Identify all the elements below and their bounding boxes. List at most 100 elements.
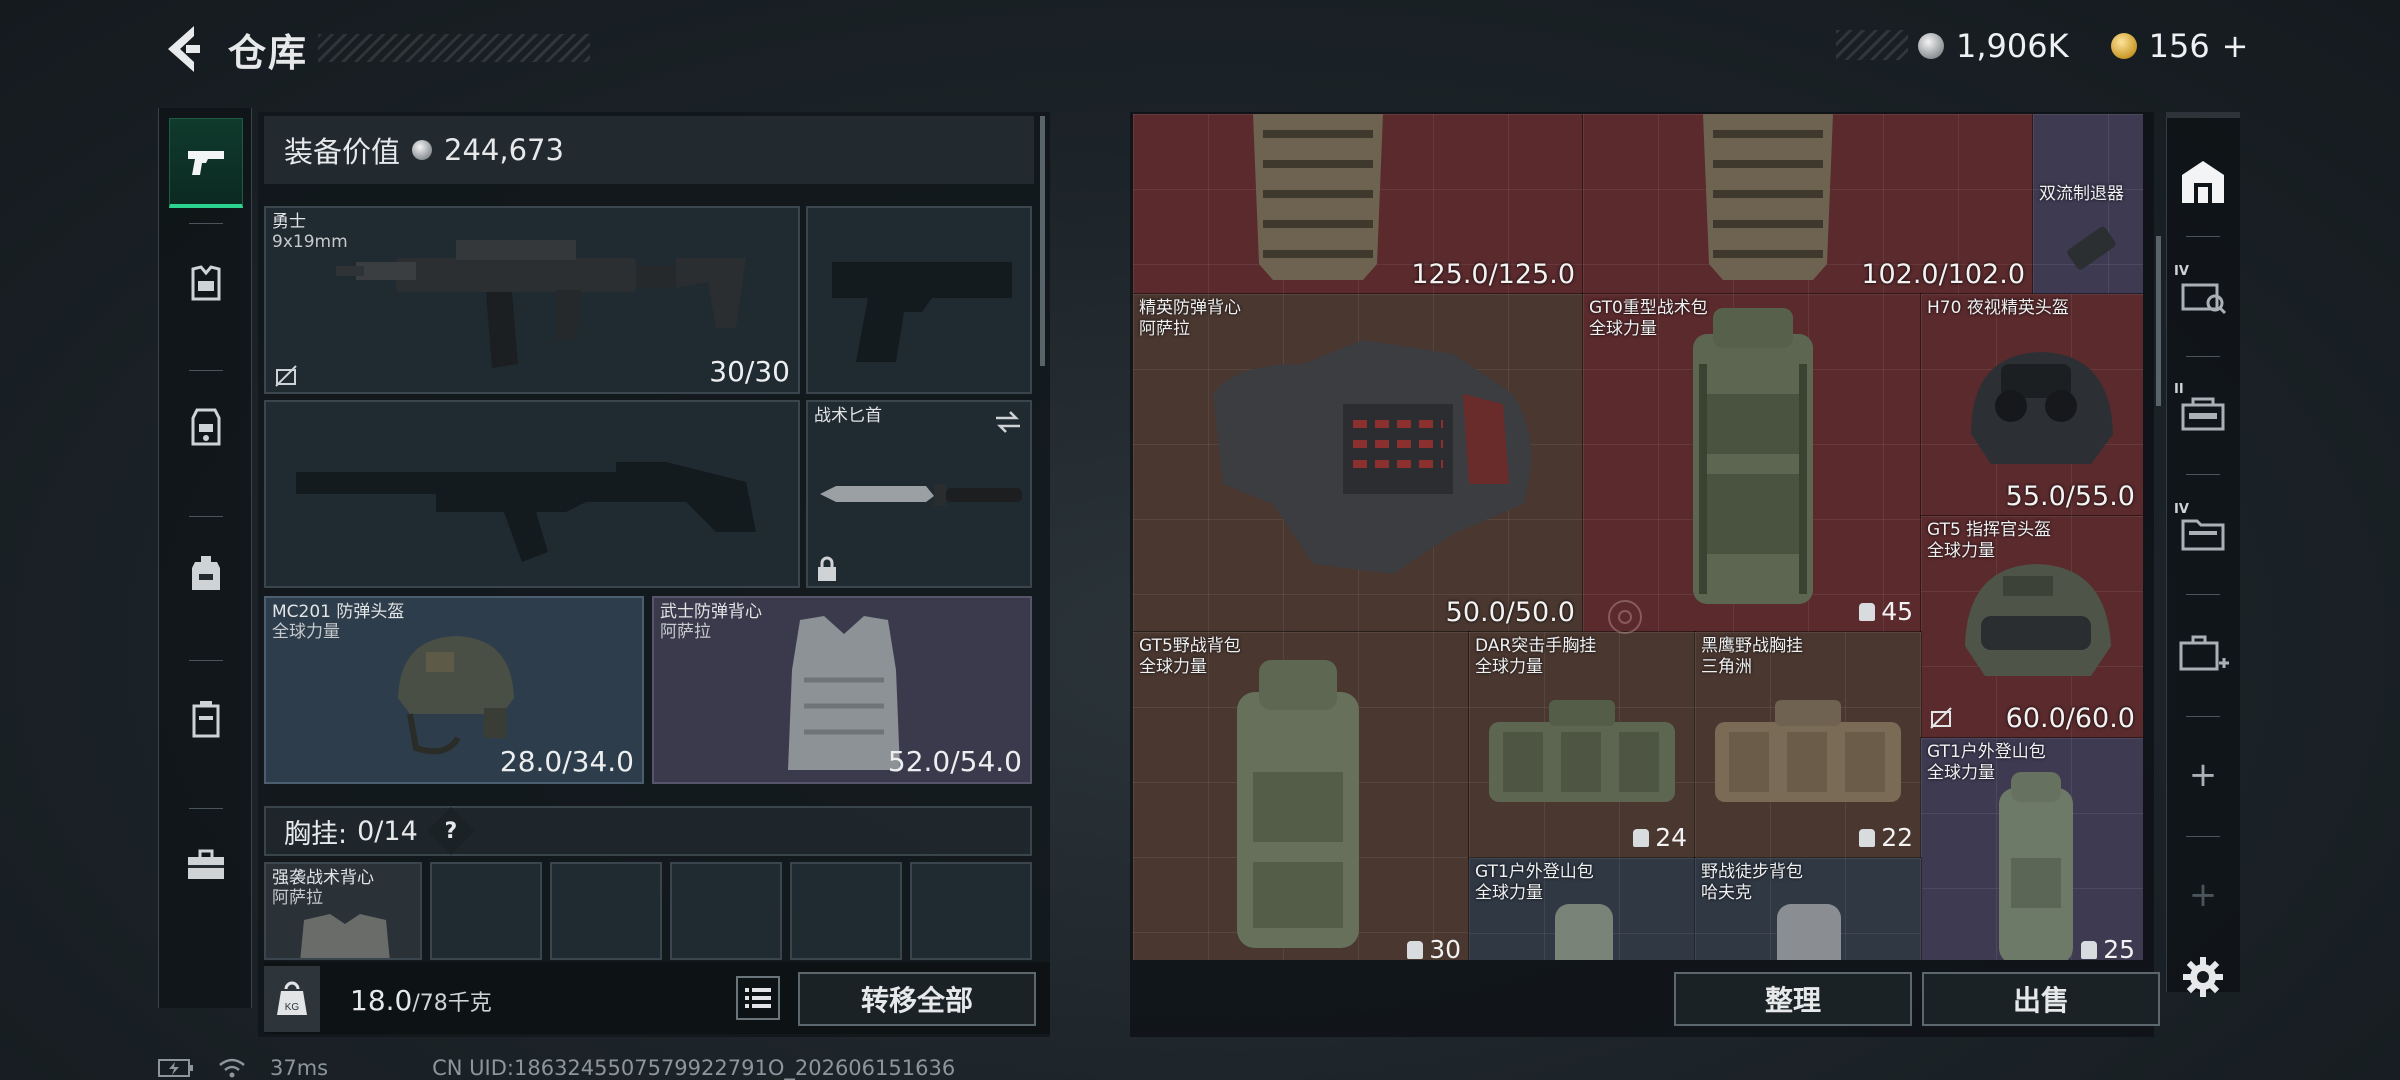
case-icon xyxy=(192,701,220,738)
currency-decoration xyxy=(1836,30,1908,60)
storage-item[interactable]: GT1户外登山包 全球力量 25 xyxy=(1920,737,2143,960)
item-capacity-value: 25 xyxy=(2103,935,2135,960)
storage-item[interactable]: H70 夜视精英头盔 55.0/55.0 xyxy=(1920,293,2143,517)
svg-text:KG: KG xyxy=(285,1002,300,1013)
melee-slot[interactable]: 战术匕首 xyxy=(806,400,1032,588)
medkit-add-icon xyxy=(2179,635,2229,671)
chest-rig-item-faction: 阿萨拉 xyxy=(272,888,323,908)
storage-item[interactable]: GT1户外登山包 全球力量 xyxy=(1468,857,1696,960)
blackhawk-rig-image xyxy=(1715,700,1901,802)
chest-rig-empty-slot[interactable] xyxy=(910,862,1032,960)
rifle-silhouette-icon xyxy=(296,462,756,562)
add-storage-tab-button[interactable]: + xyxy=(2166,738,2240,812)
item-name: 双流制退器 xyxy=(2039,184,2124,204)
toolbox-icon xyxy=(2181,397,2225,431)
rail-divider xyxy=(2186,356,2220,357)
helmet-slot[interactable]: MC201 防弹头盔 全球力量 28.0/34.0 xyxy=(264,596,644,784)
target-marker-icon xyxy=(1608,600,1642,634)
list-view-button[interactable] xyxy=(736,976,780,1020)
sort-button[interactable]: 整理 xyxy=(1674,972,1912,1026)
storage-tab-safe-box[interactable]: IV xyxy=(2166,258,2240,332)
item-label: GT0重型战术包 全球力量 xyxy=(1589,298,1708,340)
armor-plate-image xyxy=(1253,114,1383,280)
secondary-weapon-slot[interactable] xyxy=(264,400,800,588)
item-faction: 阿萨拉 xyxy=(1139,319,1190,339)
storage-item[interactable]: 125.0/125.0 xyxy=(1133,114,1584,295)
weight-capacity: /78千克 xyxy=(412,991,492,1016)
chest-rig-empty-slot[interactable] xyxy=(550,862,662,960)
category-rail xyxy=(158,108,252,1008)
storage-tab-main[interactable] xyxy=(2166,144,2240,218)
rail-container[interactable] xyxy=(169,674,243,764)
helmet-durability: 28.0/34.0 xyxy=(499,745,634,778)
vest-capacity-icon xyxy=(1859,828,1876,847)
storage-item[interactable]: GT5野战背包 全球力量 30 xyxy=(1133,631,1470,960)
settings-button[interactable] xyxy=(2166,940,2240,1014)
elite-vest-image xyxy=(1213,340,1531,574)
folder-icon xyxy=(2181,519,2225,551)
storage-grid: 125.0/125.0 102.0/102.0 双流制退器 精英防弹背心 阿萨拉… xyxy=(1133,114,2143,960)
rail-chest-rig[interactable] xyxy=(169,382,243,472)
equipment-scrollbar[interactable] xyxy=(1040,116,1045,366)
item-name: 野战徒步背包 xyxy=(1701,862,1803,882)
chest-rig-empty-slot[interactable] xyxy=(430,862,542,960)
add-currency-button[interactable]: + xyxy=(2222,27,2249,65)
back-arrow-icon xyxy=(168,26,200,72)
backpack-capacity-icon xyxy=(1859,602,1876,621)
storage-item[interactable]: GT5 指挥官头盔 全球力量 60.0/60.0 xyxy=(1920,515,2143,739)
storage-tab-files[interactable]: IV xyxy=(2166,496,2240,570)
muzzle-brake-image xyxy=(2067,226,2116,270)
item-name: H70 夜视精英头盔 xyxy=(1927,298,2069,318)
helmet-faction: 全球力量 xyxy=(272,622,340,642)
rail-backpack[interactable] xyxy=(169,528,243,618)
item-faction: 全球力量 xyxy=(1927,763,1995,783)
item-capacity-value: 24 xyxy=(1655,823,1687,852)
chest-rig-item-slot[interactable]: 强袭战术背心 阿萨拉 xyxy=(264,862,422,960)
storage-item[interactable]: 102.0/102.0 xyxy=(1582,114,2034,295)
back-button[interactable] xyxy=(160,22,210,76)
pistol-icon xyxy=(188,150,224,175)
weight-lock-button[interactable]: KG xyxy=(264,966,320,1032)
equipment-value: 244,673 xyxy=(444,133,564,167)
armor-faction: 阿萨拉 xyxy=(660,622,711,642)
briefcase-icon xyxy=(188,849,224,879)
item-durability: 50.0/50.0 xyxy=(1445,597,1575,628)
help-button[interactable]: ? xyxy=(426,806,475,856)
storage-tab-medical[interactable] xyxy=(2166,618,2240,692)
item-name: 精英防弹背心 xyxy=(1139,298,1241,318)
currency-bar: 1,906K 156 + xyxy=(1836,26,2254,66)
storage-tab-tools[interactable]: II xyxy=(2166,376,2240,450)
item-capacity: 24 xyxy=(1633,823,1687,852)
storage-item[interactable]: 野战徒步背包 哈夫克 xyxy=(1694,857,1922,960)
equipment-value-bar: 装备价值 244,673 xyxy=(264,116,1034,184)
rail-toolbox[interactable] xyxy=(169,820,243,910)
sell-button[interactable]: 出售 xyxy=(1922,972,2160,1026)
chest-rig-empty-slot[interactable] xyxy=(790,862,902,960)
storage-item[interactable]: 黑鹰野战胸挂 三角洲 22 xyxy=(1694,631,1922,859)
chest-rig-empty-slot[interactable] xyxy=(670,862,782,960)
transfer-all-button[interactable]: 转移全部 xyxy=(798,972,1036,1026)
storage-item[interactable]: 双流制退器 xyxy=(2032,114,2143,295)
rail-divider xyxy=(189,808,223,809)
help-icon: ? xyxy=(444,818,458,844)
rail-weapons[interactable] xyxy=(169,118,243,208)
storage-item[interactable]: 精英防弹背心 阿萨拉 50.0/50.0 xyxy=(1133,293,1584,633)
user-id: CN UID:1863245507579922791O_202606151636 xyxy=(432,1056,956,1080)
rail-armor[interactable] xyxy=(169,238,243,328)
chest-rig-icon xyxy=(191,408,221,446)
silver-coin-icon xyxy=(412,140,433,160)
item-name: GT5野战背包 xyxy=(1139,636,1241,656)
add-storage-tab-disabled: + xyxy=(2188,875,2218,915)
storage-item[interactable]: DAR突击手胸挂 全球力量 24 xyxy=(1468,631,1696,859)
primary-weapon-slot[interactable]: 勇士 9x19mm 30/30 xyxy=(264,206,800,394)
item-label: GT1户外登山包 全球力量 xyxy=(1475,862,1594,904)
rail-cap xyxy=(2166,112,2240,118)
chest-rig-item-name: 强袭战术背心 xyxy=(272,868,374,888)
armor-plate-image xyxy=(1703,114,1833,280)
tab-level: II xyxy=(2174,382,2184,397)
storage-scrollbar[interactable] xyxy=(2156,236,2161,406)
backpack-icon xyxy=(192,556,220,590)
pistol-slot[interactable] xyxy=(806,206,1032,394)
item-faction: 三角洲 xyxy=(1701,657,1752,677)
armor-slot[interactable]: 武士防弹背心 阿萨拉 52.0/54.0 xyxy=(652,596,1032,784)
